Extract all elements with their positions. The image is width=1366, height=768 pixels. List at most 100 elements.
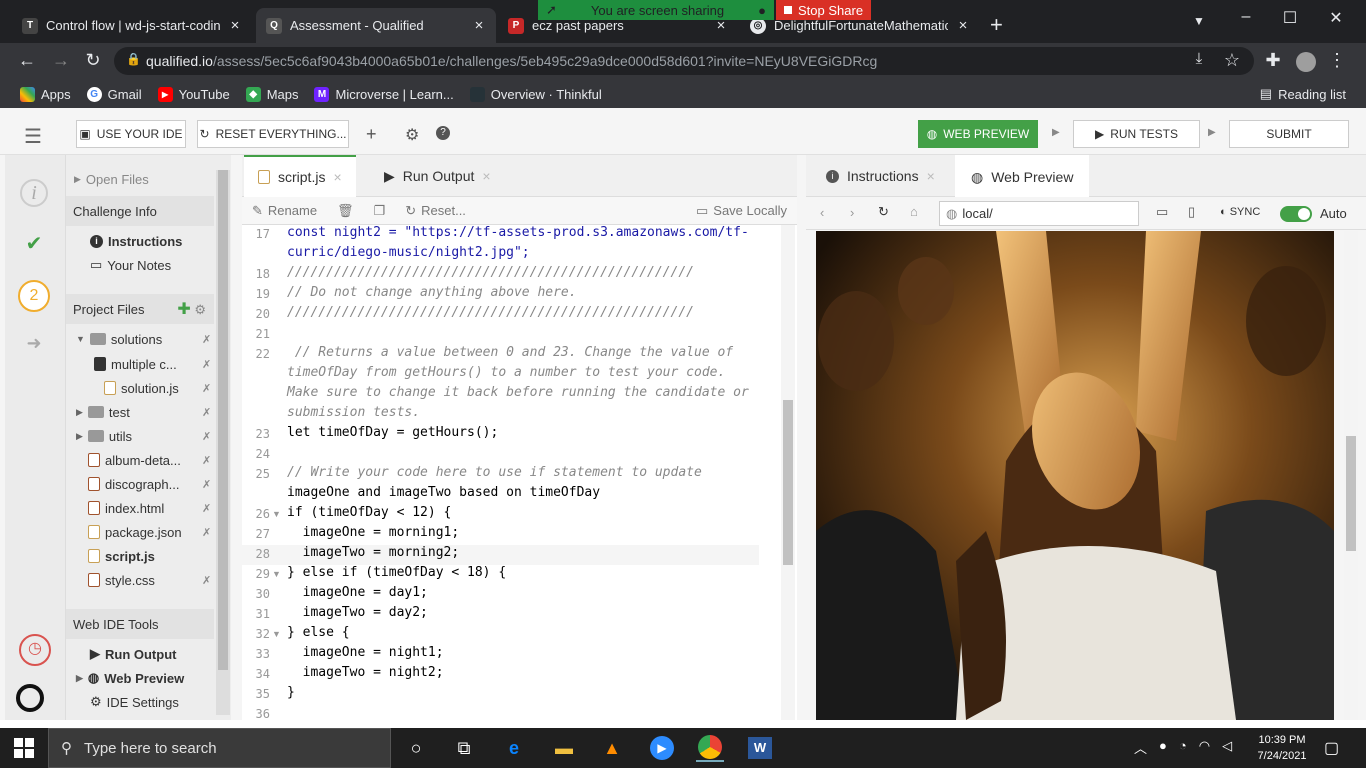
tab-script-js[interactable]: script.js × bbox=[244, 155, 356, 197]
vlc-icon[interactable]: ▲ bbox=[598, 734, 626, 762]
new-tab-button[interactable]: + bbox=[990, 12, 1003, 38]
pin-icon[interactable]: ✗ bbox=[202, 526, 216, 539]
pin-icon[interactable]: ✗ bbox=[202, 574, 216, 587]
code-line[interactable]: imageOne = morning1; bbox=[287, 525, 460, 540]
code-line[interactable]: timeOfDay from getHours() to a number to… bbox=[287, 365, 725, 380]
stop-share-button[interactable]: Stop Share bbox=[776, 0, 872, 20]
sidebar-item-notes[interactable]: ▭ Your Notes bbox=[90, 254, 230, 276]
preview-scroll-thumb[interactable] bbox=[1346, 436, 1356, 551]
tab-web-preview[interactable]: ◍ Web Preview bbox=[955, 155, 1090, 197]
browser-tab-control-flow[interactable]: T Control flow | wd-js-start-coding × bbox=[12, 8, 252, 43]
add-icon[interactable]: + bbox=[366, 124, 377, 145]
close-tab-icon[interactable]: × bbox=[228, 17, 242, 34]
file-index-html[interactable]: index.html ✗ bbox=[88, 497, 216, 519]
close-icon[interactable]: × bbox=[927, 168, 935, 184]
download-icon[interactable]: ⤓ bbox=[1188, 50, 1210, 67]
info-step-icon[interactable]: i bbox=[20, 179, 48, 207]
file-package-json[interactable]: package.json ✗ bbox=[88, 521, 216, 543]
zoom-icon[interactable]: ▶ bbox=[648, 734, 676, 762]
run-tests-button[interactable]: ▶ RUN TESTS bbox=[1073, 120, 1200, 148]
reset-file-button[interactable]: ↻ Reset... bbox=[395, 203, 476, 219]
code-line[interactable]: // Write your code here to use if statem… bbox=[287, 465, 702, 480]
hamburger-menu-icon[interactable]: ☰ bbox=[24, 124, 42, 149]
chrome-menu-icon[interactable]: ⋮ bbox=[1326, 50, 1348, 71]
extensions-icon[interactable]: ✚ bbox=[1262, 50, 1284, 71]
minimize-icon[interactable]: – bbox=[1236, 8, 1256, 26]
tab-instructions[interactable]: i Instructions × bbox=[810, 155, 951, 197]
maximize-icon[interactable]: ☐ bbox=[1280, 8, 1300, 28]
sidebar-item-instructions[interactable]: i Instructions bbox=[90, 230, 230, 252]
file-explorer-icon[interactable]: ▬ bbox=[550, 734, 578, 762]
browser-tab-assessment[interactable]: Q Assessment - Qualified × bbox=[256, 8, 496, 43]
code-line[interactable]: if (timeOfDay < 12) { bbox=[287, 505, 451, 520]
gear-icon[interactable]: ⚙ bbox=[194, 302, 206, 317]
code-line[interactable]: imageOne = night1; bbox=[287, 645, 444, 660]
checkmark-step-icon[interactable]: ✔ bbox=[20, 229, 48, 257]
network-icon[interactable]: ◔ bbox=[1179, 738, 1187, 757]
bookmark-gmail[interactable]: G Gmail bbox=[86, 86, 142, 102]
forward-icon[interactable]: → bbox=[50, 50, 72, 71]
add-file-icon[interactable]: ✚ bbox=[177, 301, 190, 318]
next-step-arrow-icon[interactable]: ➜ bbox=[20, 329, 48, 357]
tool-ide-settings[interactable]: ⚙ IDE Settings bbox=[90, 691, 230, 713]
folder-test[interactable]: ▶ test ✗ bbox=[76, 401, 216, 423]
taskbar-clock[interactable]: 10:39 PM 7/24/2021 bbox=[1250, 732, 1314, 764]
close-tab-icon[interactable]: × bbox=[956, 17, 970, 34]
fold-toggle-icon[interactable]: ▼ bbox=[272, 569, 281, 579]
code-line[interactable]: imageOne and imageTwo based on timeOfDay bbox=[287, 485, 600, 500]
code-line[interactable]: // Do not change anything above here. bbox=[287, 285, 577, 300]
device-icon[interactable]: ▯ bbox=[1188, 204, 1195, 220]
fold-toggle-icon[interactable]: ▼ bbox=[272, 509, 281, 519]
wifi-icon[interactable]: ◠ bbox=[1199, 738, 1210, 757]
code-line[interactable]: // Returns a value between 0 and 23. Cha… bbox=[287, 345, 733, 360]
delete-button[interactable]: 🗑 bbox=[327, 203, 364, 219]
current-step-badge[interactable]: 2 bbox=[18, 280, 50, 312]
forward-icon[interactable]: › bbox=[850, 205, 854, 220]
close-icon[interactable]: × bbox=[482, 168, 490, 184]
pin-icon[interactable]: ✗ bbox=[202, 333, 216, 346]
fold-toggle-icon[interactable]: ▼ bbox=[272, 629, 281, 639]
file-multiple-choice[interactable]: multiple c... ✗ bbox=[94, 353, 216, 375]
code-line[interactable]: submission tests. bbox=[287, 405, 420, 420]
code-editor[interactable]: 17 const night2 = "https://tf-assets-prod… bbox=[242, 225, 797, 720]
back-icon[interactable]: ‹ bbox=[820, 205, 824, 220]
file-album-details[interactable]: album-deta... ✗ bbox=[88, 449, 216, 471]
pin-icon[interactable]: ✗ bbox=[202, 358, 216, 371]
use-your-ide-button[interactable]: ▣ USE YOUR IDE bbox=[76, 120, 186, 148]
save-locally-button[interactable]: ▭ Save Locally bbox=[686, 203, 797, 219]
back-icon[interactable]: ← bbox=[16, 50, 38, 71]
folder-solutions[interactable]: ▼ solutions ✗ bbox=[76, 328, 216, 350]
bookmark-thinkful[interactable]: Overview · Thinkful bbox=[469, 86, 602, 102]
close-tab-icon[interactable]: × bbox=[472, 17, 486, 34]
sidebar-scrollbar[interactable] bbox=[216, 170, 230, 715]
code-line[interactable]: curric/diego-music/night2.jpg"; bbox=[287, 245, 530, 260]
folder-utils[interactable]: ▶ utils ✗ bbox=[76, 425, 216, 447]
address-bar[interactable]: 🔒 qualified.io/assess/5ec5c6af9043b4000a… bbox=[114, 47, 1254, 75]
close-icon[interactable]: × bbox=[333, 169, 341, 185]
code-line[interactable]: } else { bbox=[287, 625, 350, 640]
file-discography[interactable]: discograph... ✗ bbox=[88, 473, 216, 495]
file-style-css[interactable]: style.css ✗ bbox=[88, 569, 216, 591]
rename-button[interactable]: ✎ Rename bbox=[242, 203, 327, 219]
pin-icon[interactable]: ✗ bbox=[202, 430, 216, 443]
gear-icon[interactable]: ⚙ bbox=[405, 125, 419, 145]
web-preview-button[interactable]: ◍ WEB PREVIEW bbox=[918, 120, 1038, 148]
reading-list-button[interactable]: ▤ Reading list bbox=[1260, 86, 1346, 102]
bookmark-star-icon[interactable]: ☆ bbox=[1221, 50, 1243, 71]
tab-run-output[interactable]: ▶ Run Output × bbox=[370, 155, 505, 197]
code-line[interactable]: } bbox=[287, 685, 295, 700]
microphone-icon[interactable]: ● bbox=[1159, 738, 1167, 757]
task-view-icon[interactable]: ⧉ bbox=[450, 734, 478, 762]
refresh-icon[interactable]: ↻ bbox=[878, 204, 889, 220]
code-line[interactable]: ////////////////////////////////////////… bbox=[287, 305, 694, 320]
home-icon[interactable]: ⌂ bbox=[910, 204, 918, 219]
code-line[interactable]: imageTwo = day2; bbox=[287, 605, 428, 620]
editor-scrollbar[interactable] bbox=[781, 225, 795, 720]
console-icon[interactable]: ▭ bbox=[1156, 204, 1168, 220]
reset-everything-button[interactable]: ↻ RESET EVERYTHING... bbox=[197, 120, 349, 148]
file-solution-js[interactable]: solution.js ✗ bbox=[104, 377, 216, 399]
code-line[interactable]: let timeOfDay = getHours(); bbox=[287, 425, 498, 440]
pin-icon[interactable]: ✗ bbox=[202, 478, 216, 491]
tool-web-preview[interactable]: ▶ ◍ Web Preview bbox=[76, 667, 216, 689]
profile-menu-icon[interactable]: ▼ bbox=[1189, 14, 1209, 28]
